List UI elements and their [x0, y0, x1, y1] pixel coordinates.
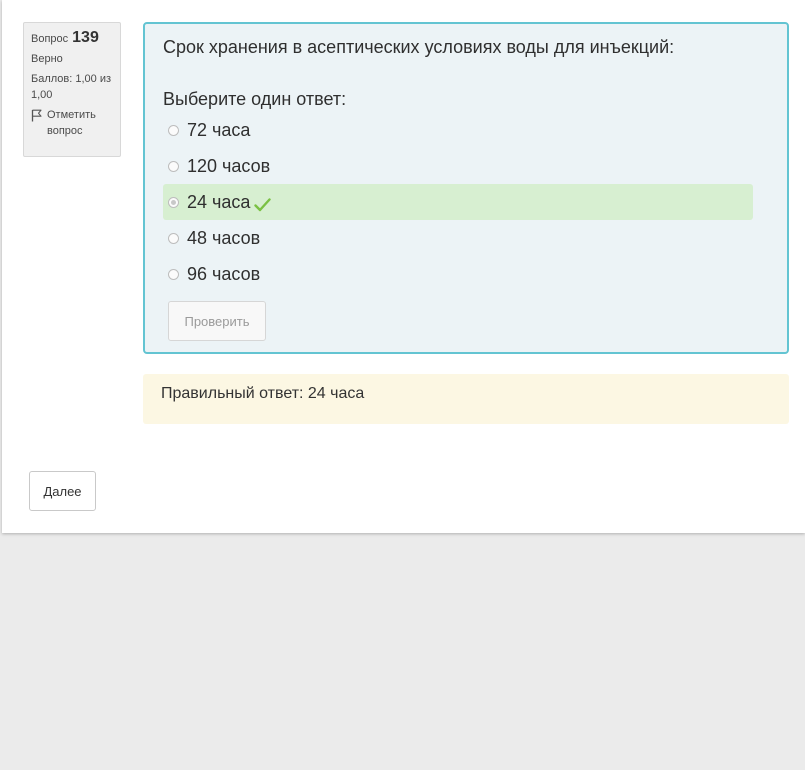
- right-answer-feedback: Правильный ответ: 24 часа: [143, 374, 789, 424]
- right-answer-text: Правильный ответ: 24 часа: [161, 385, 365, 402]
- answer-option-label: 96 часов: [187, 263, 261, 284]
- next-button[interactable]: Далее: [29, 471, 96, 511]
- answer-option-label: 48 часов: [187, 227, 261, 248]
- radio-button[interactable]: [168, 232, 179, 244]
- answer-option[interactable]: 96 часов: [163, 256, 753, 292]
- answer-option[interactable]: 72 часа: [163, 112, 753, 148]
- answer-option[interactable]: 120 часов: [163, 148, 753, 184]
- question-info-panel: Вопрос 139 Верно Баллов: 1,00 из 1,00 От…: [23, 22, 121, 157]
- answer-option-correct[interactable]: 24 часа: [163, 184, 753, 220]
- checkmark-icon: [254, 198, 272, 212]
- question-text: Срок хранения в асептических условиях во…: [163, 37, 675, 57]
- answer-option-label: 24 часа: [187, 191, 251, 212]
- radio-button[interactable]: [168, 124, 179, 136]
- question-number: 139: [72, 29, 99, 46]
- question-state: Верно: [31, 53, 63, 65]
- radio-button[interactable]: [168, 160, 179, 172]
- question-label: Вопрос: [31, 33, 69, 45]
- answer-option[interactable]: 48 часов: [163, 220, 753, 256]
- radio-button-selected[interactable]: [168, 196, 179, 208]
- flag-icon: [31, 109, 42, 122]
- question-grade: Баллов: 1,00 из 1,00: [31, 73, 112, 101]
- question-formulation: Срок хранения в асептических условиях во…: [143, 22, 789, 354]
- answer-option-label: 120 часов: [187, 155, 271, 176]
- answer-option-label: 72 часа: [187, 119, 251, 140]
- radio-button[interactable]: [168, 268, 179, 280]
- quiz-page: Вопрос 139 Верно Баллов: 1,00 из 1,00 От…: [2, 0, 805, 533]
- question-number-row: Вопрос 139: [31, 30, 113, 47]
- flag-question-label: Отметить вопрос: [47, 109, 96, 137]
- flag-question-link[interactable]: Отметить вопрос: [31, 107, 113, 139]
- answer-prompt: Выберите один ответ:: [163, 89, 347, 109]
- check-button[interactable]: Проверить: [168, 301, 266, 341]
- answer-options: 72 часа 120 часов 24 часа 48 часов 96 ча…: [163, 112, 753, 292]
